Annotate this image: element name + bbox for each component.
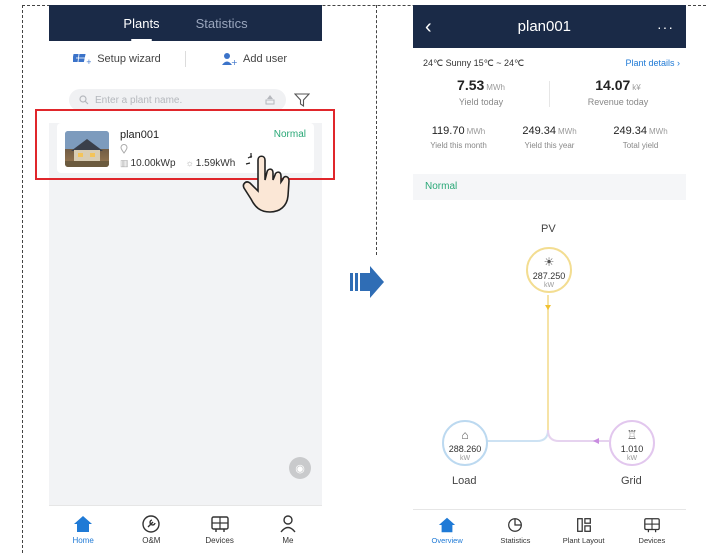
kpi-value: 7.53 [457,77,485,93]
plant-status-bar: Normal [413,174,686,200]
tab-statistics-label: Statistics [500,536,531,545]
yield-label: Yield this year [524,141,575,150]
yield-unit: MWh [466,127,486,136]
kpi-unit: MWh [486,83,505,92]
yield-value: 249.34 [613,125,647,137]
svg-text:+: + [231,58,237,66]
hand-pointer-icon [242,153,290,213]
kpi-revenue-today: 14.07 k¥ Revenue today [550,77,686,107]
tab-statistics[interactable]: Statistics [196,12,248,35]
transition-arrow-icon [350,266,384,298]
setup-wizard-icon: + [73,53,91,66]
yield-total: 249.34 MWh Total yield [595,121,686,150]
devices-icon [210,516,229,532]
add-user-icon: + [221,53,237,66]
bottom-tab-bar: Home O&M Devices Me [49,505,322,553]
search-placeholder: Enter a plant name. [95,94,183,106]
scan-icon[interactable] [264,94,276,106]
devices-icon [644,518,660,533]
dashed-frame-left [22,5,23,553]
tab-overview[interactable]: Overview [413,510,481,553]
person-icon [280,515,296,533]
solar-panel-icon: ☀ [543,255,555,269]
pv-value: 287.250 [532,271,566,281]
house-icon: ⌂ [461,428,469,442]
svg-text:+: + [86,58,91,66]
load-unit: kW [459,455,471,462]
weather-row: 24℃ Sunny 15℃ ~ 24℃ Plant details › [413,48,686,69]
yield-summary-row: 119.70 MWh Yield this month 249.34 MWh Yie… [413,107,686,150]
yield-label: Yield this month [430,141,487,150]
pv-unit: kW [543,282,555,289]
kpi-unit: k¥ [632,83,641,92]
add-user-label: Add user [242,53,288,65]
tab-me-label: Me [282,536,294,545]
tab-om[interactable]: O&M [117,506,185,553]
yield-value: 249.34 [522,125,556,137]
tab-devices[interactable]: Devices [186,506,254,553]
grid-value: 1.010 [620,444,644,454]
yield-month: 119.70 MWh Yield this month [413,121,504,150]
load-value: 288.260 [448,444,482,454]
setup-wizard-button[interactable]: + Setup wizard [49,52,185,66]
pv-node[interactable]: ☀ 287.250 kW [526,247,572,293]
load-label: Load [452,475,477,487]
yield-value: 119.70 [431,125,465,137]
kpi-label: Yield today [458,97,504,107]
yield-unit: MWh [648,127,668,136]
grid-node[interactable]: ♖ 1.010 kW [609,420,655,466]
tab-plant-layout[interactable]: Plant Layout [550,510,618,553]
plant-details-label: Plant details [625,58,675,68]
home-icon [439,517,456,533]
layout-icon [576,518,591,532]
action-row: + Setup wizard + Add user [49,41,322,77]
tab-plants[interactable]: Plants [123,12,160,41]
yield-year: 249.34 MWh Yield this year [504,121,595,150]
kpi-label: Revenue today [587,97,649,107]
home-icon [74,516,93,532]
top-tab-bar: Plants Statistics [49,5,322,41]
tab-devices-label: Devices [205,536,234,545]
energy-flow-diagram: PV ☀ 287.250 kW ⌂ 288.260 kW Load ♖ 1.01… [413,205,686,505]
grid-label: Grid [621,475,642,487]
plants-list-screen: Plants Statistics + Setup wizard + Add u… [49,5,322,553]
kpi-yield-today: 7.53 MWh Yield today [413,77,549,107]
tab-devices-bottom-label: Devices [638,536,666,545]
overview-header: ‹ plan001 ··· [413,5,686,48]
dashed-frame-divider [376,5,377,255]
yield-unit: MWh [557,127,577,136]
pylon-icon: ♖ [626,428,638,442]
overview-bottom-tab-bar: Overview Statistics Plant Layout Devices [413,509,686,553]
tab-me[interactable]: Me [254,506,322,553]
plant-details-link[interactable]: Plant details › [625,58,680,69]
weather-text: 24℃ Sunny 15℃ ~ 24℃ [423,58,525,68]
pie-chart-icon [508,518,523,532]
plant-search-input[interactable]: Enter a plant name. [69,89,286,111]
add-user-button[interactable]: + Add user [186,52,322,66]
tab-overview-label: Overview [431,536,463,545]
page-title: plan001 [517,18,572,35]
tab-home-label: Home [72,536,94,545]
grid-unit: kW [626,455,638,462]
back-icon[interactable]: ‹ [425,17,432,37]
search-icon [79,95,89,105]
wrench-icon [142,515,161,533]
tab-plant-layout-label: Plant Layout [562,536,605,545]
tab-statistics-bottom[interactable]: Statistics [481,510,549,553]
camera-icon[interactable]: ◉ [289,457,311,479]
pv-label: PV [541,223,556,235]
tab-home[interactable]: Home [49,506,117,553]
setup-wizard-label: Setup wizard [97,53,161,65]
yield-label: Total yield [622,141,659,150]
filter-icon[interactable] [294,93,310,107]
tab-om-label: O&M [142,536,161,545]
load-node[interactable]: ⌂ 288.260 kW [442,420,488,466]
tab-devices-bottom[interactable]: Devices [618,510,686,553]
more-menu-icon[interactable]: ··· [657,19,674,35]
kpi-value: 14.07 [595,77,631,93]
plant-overview-screen: ‹ plan001 ··· 24℃ Sunny 15℃ ~ 24℃ Plant … [413,5,686,553]
kpi-row: 7.53 MWh Yield today 14.07 k¥ Revenue toda… [413,69,686,107]
